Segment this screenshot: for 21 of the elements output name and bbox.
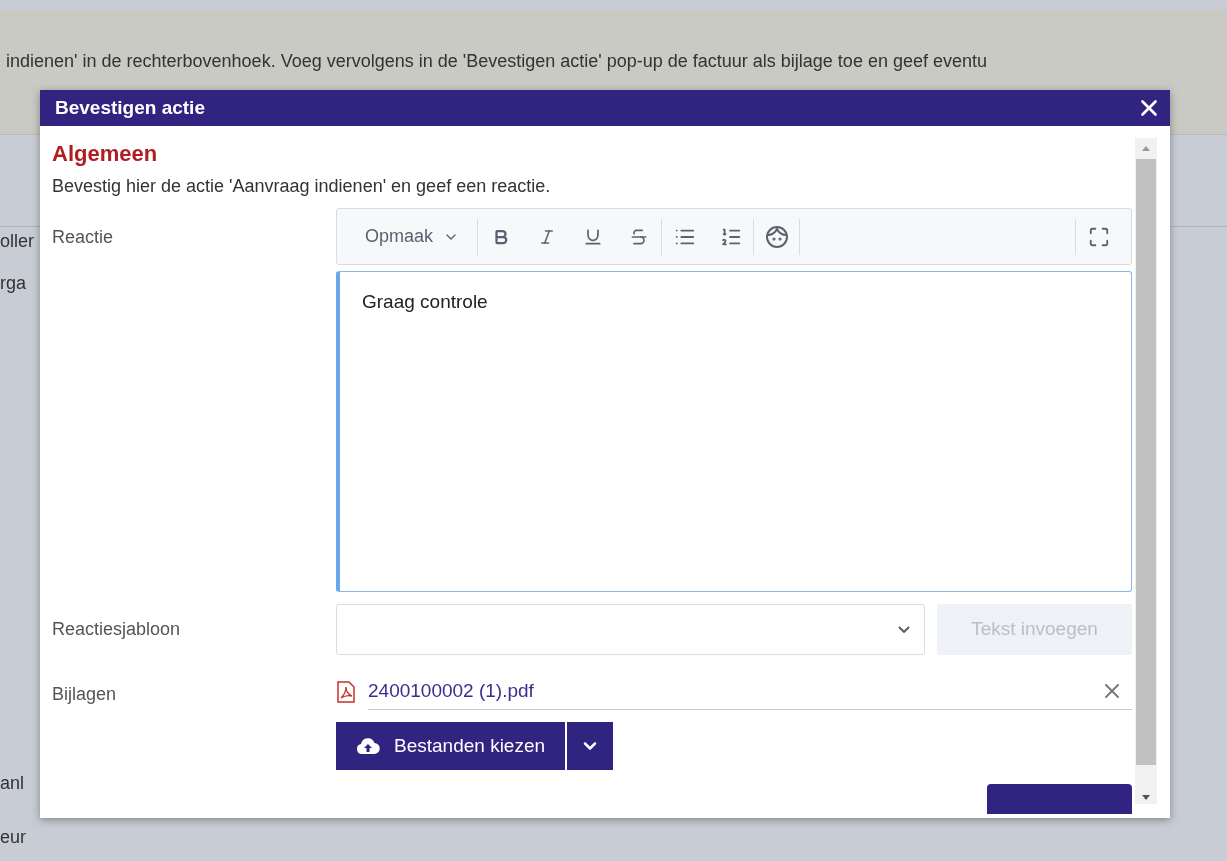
section-title: Algemeen [52, 140, 159, 168]
description: Bevestig hier de actie 'Aanvraag indienen' en geef een reactie. [52, 175, 552, 198]
reaction-editor[interactable]: Graag controle [336, 271, 1132, 592]
format-dropdown[interactable]: Opmaak [347, 218, 479, 255]
scroll-down-icon[interactable] [1142, 795, 1150, 800]
dropdown-button[interactable] [565, 722, 614, 770]
pdf-icon [336, 680, 356, 703]
instruction-text: indienen' in de rechterbovenhoek. Voeg vervolgens in de 'Bevestigen actie' pop-up de factuur als bijlage toe en geef eventu [5, 50, 988, 73]
field-label: Reactie [52, 226, 115, 249]
chevron-down-icon [898, 626, 910, 633]
field-label: Bijlagen [52, 683, 118, 706]
scrollbar-thumb[interactable] [1136, 159, 1156, 765]
attachment-link[interactable]: 2400100002 (1).pdf [368, 676, 534, 706]
background-label: oller [0, 230, 34, 253]
background-label: anl [0, 772, 25, 795]
background-label: rga [0, 272, 26, 295]
cloud-upload-icon [356, 737, 380, 755]
choose-files-button[interactable]: Bestanden kiezen [336, 722, 566, 770]
dialog-title: Bevestigen actie [55, 95, 205, 120]
background-label: eur [0, 826, 26, 849]
field-label: Reactiesjabloon [52, 618, 182, 641]
